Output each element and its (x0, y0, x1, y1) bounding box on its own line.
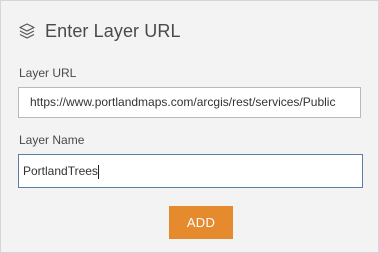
layer-url-value: https://www.portlandmaps.com/arcgis/rest… (30, 95, 336, 109)
enter-layer-url-panel: Enter Layer URL Layer URL https://www.po… (0, 0, 379, 253)
layer-name-label: Layer Name (19, 133, 85, 147)
layer-name-input[interactable]: PortlandTrees (18, 154, 363, 188)
layer-url-input[interactable]: https://www.portlandmaps.com/arcgis/rest… (18, 87, 361, 118)
layer-name-value: PortlandTrees (23, 164, 98, 178)
panel-header: Enter Layer URL (18, 20, 181, 42)
panel-title: Enter Layer URL (45, 20, 181, 41)
layers-icon (18, 22, 36, 40)
layer-url-label: Layer URL (19, 66, 77, 80)
add-button[interactable]: ADD (169, 206, 233, 239)
text-caret (97, 164, 99, 179)
